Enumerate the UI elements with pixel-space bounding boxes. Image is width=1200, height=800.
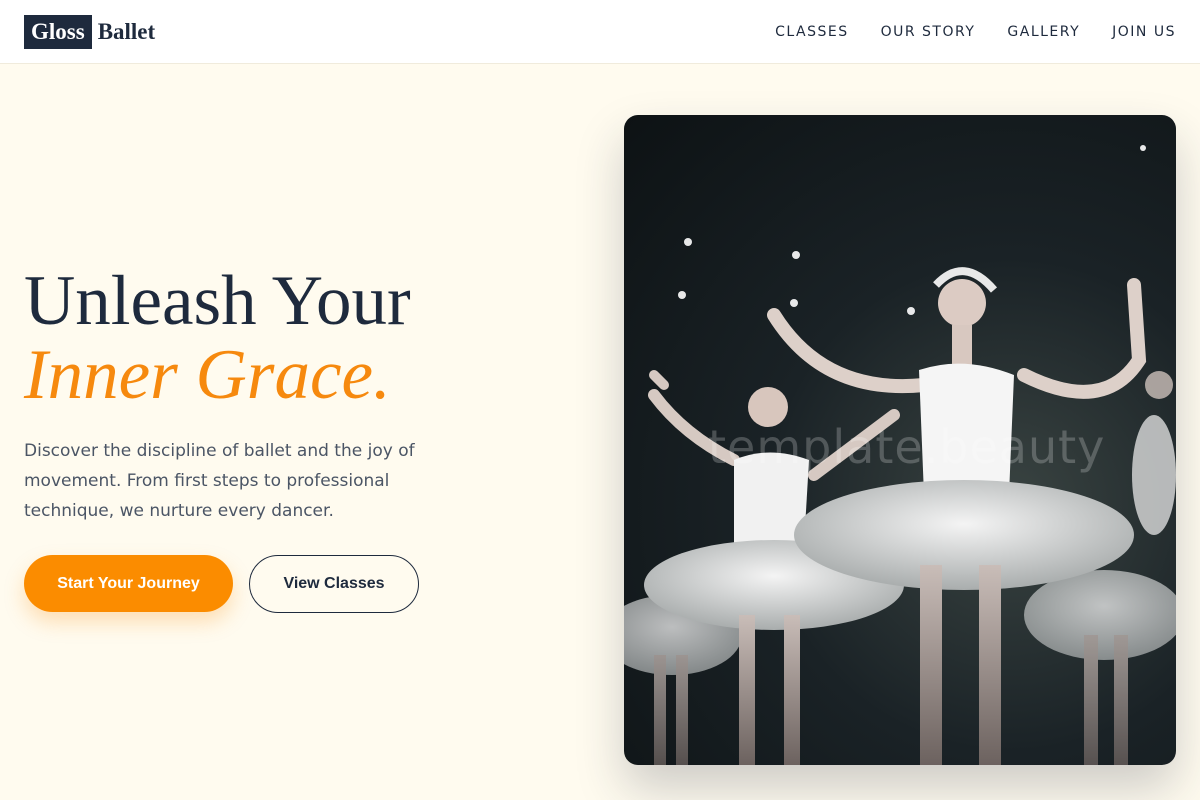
watermark: template.beauty bbox=[708, 420, 1106, 474]
headline-line-2: Inner Grace. bbox=[24, 336, 391, 414]
logo-box: Gloss bbox=[24, 15, 92, 49]
nav-join-us[interactable]: JOIN US bbox=[1112, 24, 1176, 40]
hero-image: template.beauty bbox=[624, 115, 1176, 765]
logo-text: Ballet bbox=[97, 19, 156, 44]
nav-our-story[interactable]: OUR STORY bbox=[881, 24, 976, 40]
nav-gallery[interactable]: GALLERY bbox=[1007, 24, 1080, 40]
hero-description: Discover the discipline of ballet and th… bbox=[24, 441, 415, 521]
site-header: Gloss Ballet CLASSES OUR STORY GALLERY J… bbox=[0, 0, 1200, 64]
logo[interactable]: Gloss Ballet bbox=[24, 15, 155, 49]
nav-classes[interactable]: CLASSES bbox=[775, 24, 848, 40]
headline-line-1: Unleash Your bbox=[24, 262, 411, 340]
main-nav: CLASSES OUR STORY GALLERY JOIN US bbox=[743, 0, 1176, 64]
view-classes-button[interactable]: View Classes bbox=[249, 555, 419, 613]
hero-headline: Unleash Your Inner Grace. bbox=[24, 264, 411, 412]
start-journey-button[interactable]: Start Your Journey bbox=[24, 555, 233, 612]
